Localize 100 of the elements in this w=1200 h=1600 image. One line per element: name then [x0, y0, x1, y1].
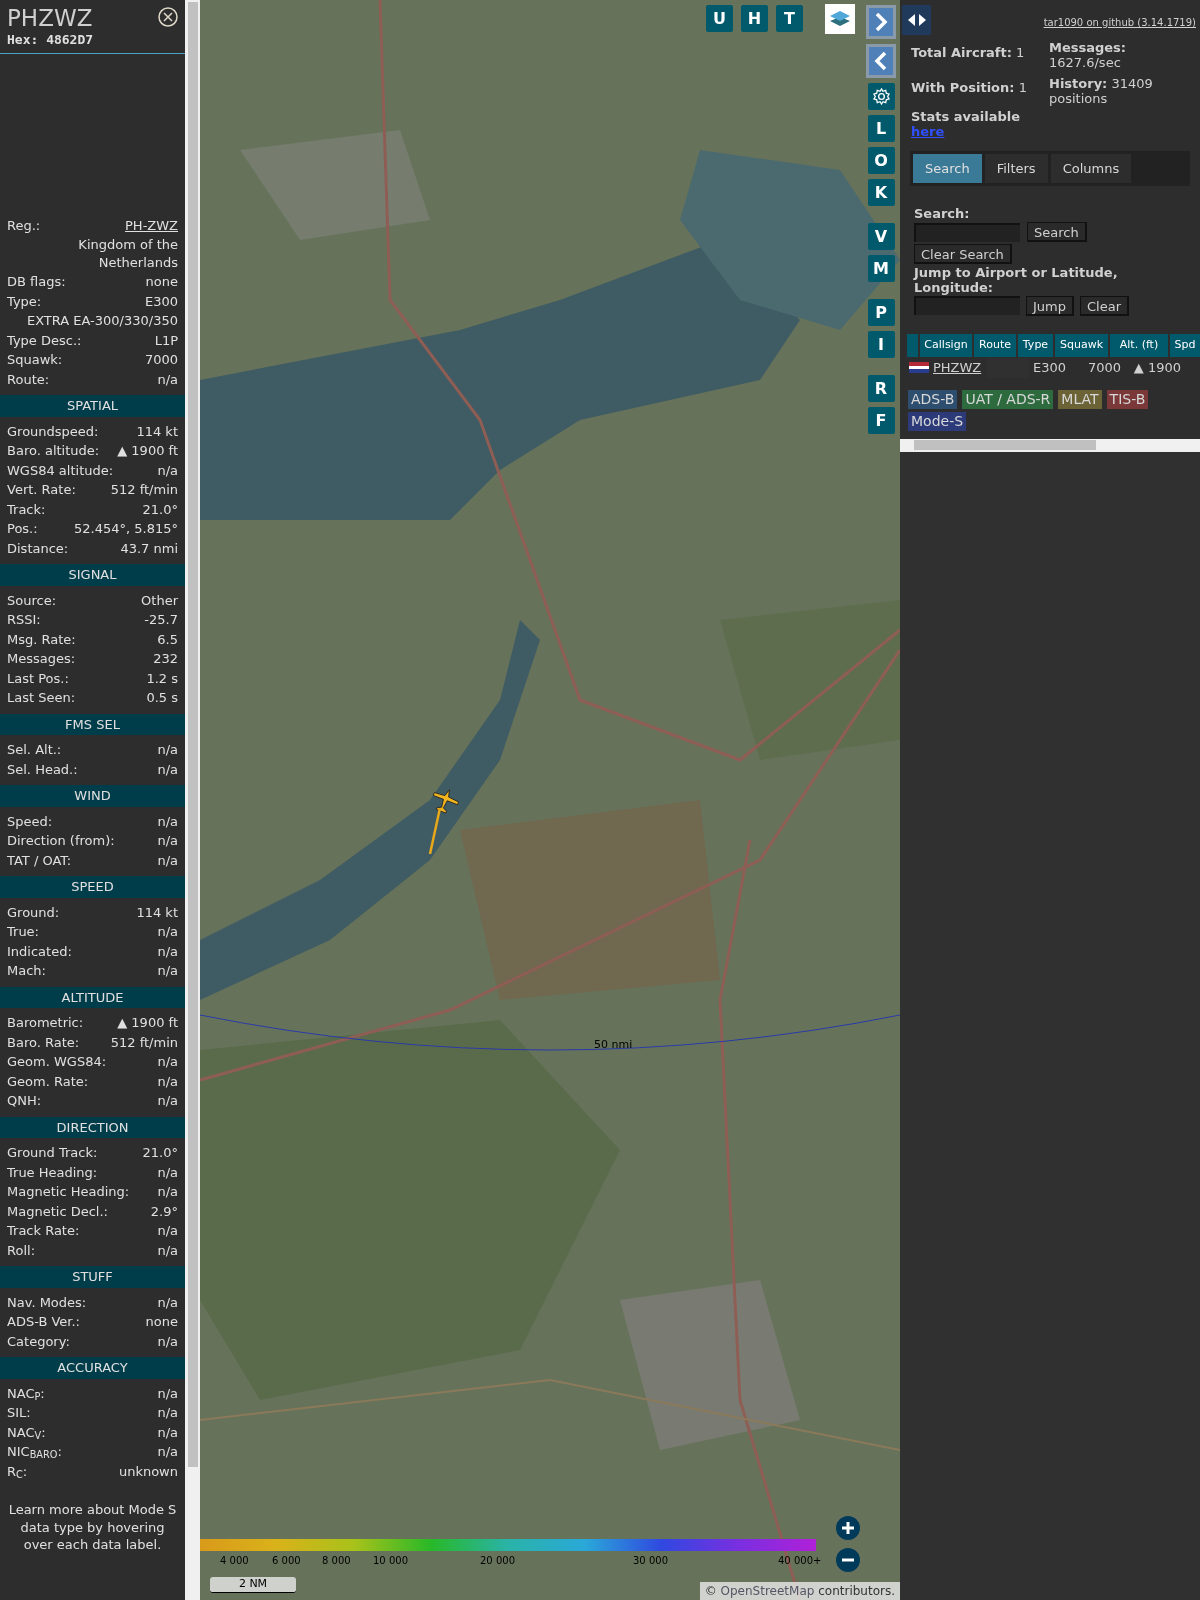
detail-label: NIC$_{BARO}$:: [7, 1443, 62, 1461]
panel-tab[interactable]: Columns: [1050, 154, 1132, 183]
section-header: FMS SEL: [0, 713, 185, 735]
detail-value: n/a: [157, 1404, 178, 1422]
section-header: SPEED: [0, 876, 185, 898]
detail-label: Type Desc.:: [7, 331, 82, 349]
table-cell-text: 7000: [1086, 358, 1121, 377]
clear-button[interactable]: Clear: [1080, 295, 1129, 316]
table-header-cell[interactable]: Squawk: [1055, 333, 1108, 357]
detail-label: Type:: [7, 292, 42, 310]
chevron-right-icon: [873, 11, 889, 33]
layers-button[interactable]: [825, 4, 855, 34]
toggle-panel-button[interactable]: [902, 5, 931, 35]
detail-label: Geom. WGS84:: [7, 1053, 107, 1071]
search-field[interactable]: [914, 222, 1020, 242]
table-header-cell[interactable]: Type: [1018, 333, 1053, 357]
aircraft-title: PHZWZ: [7, 5, 94, 31]
detail-value: n/a: [157, 1332, 178, 1350]
detail-label: Mach:: [7, 962, 46, 980]
detail-value: 21.0°: [142, 1144, 178, 1162]
detail-value: 52.454°, 5.815°: [74, 520, 178, 538]
detail-value: n/a: [157, 1423, 178, 1441]
detail-value: n/a: [157, 851, 178, 869]
detail-value: 512 ft/min: [110, 481, 178, 499]
detail-label: Last Seen:: [7, 689, 76, 707]
detail-label: Track Rate:: [7, 1222, 80, 1240]
detail-value: n/a: [157, 1183, 178, 1201]
detail-label: NAC$_{V}$:: [7, 1423, 46, 1441]
registration-link[interactable]: PH-ZWZ: [125, 216, 178, 234]
detail-label: Reg.:: [7, 216, 41, 234]
track-line: [428, 808, 442, 854]
detail-label: Last Pos.:: [7, 669, 69, 687]
table-cell-text: E300: [1031, 358, 1066, 377]
table-header-cell[interactable]: Callsign: [920, 333, 972, 357]
detail-label: Direction (from):: [7, 832, 115, 850]
detail-label: Magnetic Heading:: [7, 1183, 130, 1201]
aircraft-icon: [430, 788, 460, 814]
section-header: SIGNAL: [0, 564, 185, 586]
arrows-left-right-icon: [906, 13, 927, 27]
map-toggle-button[interactable]: H: [741, 5, 768, 32]
openstreetmap-link[interactable]: OpenStreetMap: [720, 1584, 815, 1598]
map-toggle-button[interactable]: V: [867, 223, 895, 250]
map-toggle-button[interactable]: R: [867, 375, 895, 402]
detail-value: L1P: [154, 331, 178, 349]
detail-value: 0.5 s: [146, 689, 178, 707]
detail-value: none: [145, 1313, 178, 1331]
github-link[interactable]: tar1090 on github (3.14.1719): [1043, 15, 1196, 30]
detail-value: EXTRA EA-300/330/350: [26, 312, 178, 330]
detail-label: Vert. Rate:: [7, 481, 76, 499]
detail-label: Squawk:: [7, 351, 63, 369]
detail-value: n/a: [157, 461, 178, 479]
detail-label: Ground Track:: [7, 1144, 98, 1162]
scrollbar[interactable]: [185, 0, 200, 1600]
detail-value: n/a: [157, 1384, 178, 1402]
detail-label: SIL:: [7, 1404, 31, 1422]
map-toggle-button[interactable]: L: [867, 115, 895, 142]
detail-value: 114 kt: [136, 903, 178, 921]
detail-label: Sel. Alt.:: [7, 741, 62, 759]
map-toggle-button[interactable]: T: [776, 5, 803, 32]
detail-value: n/a: [157, 1053, 178, 1071]
callsign-link[interactable]: PHZWZ: [933, 357, 985, 378]
detail-value: unknown: [118, 1462, 178, 1480]
map-toggle-button[interactable]: M: [867, 255, 895, 282]
jump-button[interactable]: Jump: [1026, 295, 1074, 316]
detail-label: Messages:: [7, 650, 76, 668]
detail-value: 2.9°: [150, 1202, 178, 1220]
detail-label: TAT / OAT:: [7, 851, 72, 869]
map-toggle-button[interactable]: F: [867, 407, 895, 434]
legend-label: 10 000: [373, 1554, 408, 1568]
table-header-cell[interactable]: Route: [974, 333, 1016, 357]
panel-tab[interactable]: Filters: [984, 154, 1048, 183]
clear-search-button[interactable]: Clear Search: [914, 244, 1012, 264]
map-toggle-button[interactable]: I: [867, 331, 895, 358]
map-toggle-button[interactable]: U: [706, 5, 733, 32]
settings-button[interactable]: [867, 83, 895, 110]
next-button[interactable]: [866, 5, 896, 39]
detail-value: -25.7: [144, 611, 178, 629]
map-toggle-button[interactable]: K: [867, 179, 895, 206]
source-tag: ADS-B: [908, 389, 958, 409]
detail-value: n/a: [157, 1163, 178, 1181]
search-button[interactable]: Search: [1027, 222, 1087, 242]
map-toggle-button[interactable]: O: [867, 147, 895, 174]
detail-label: Ground:: [7, 903, 60, 921]
detail-label: Indicated:: [7, 942, 72, 960]
detail-value: ▲ 1900 ft: [117, 442, 178, 460]
detail-label: Groundspeed:: [7, 422, 99, 440]
jump-field[interactable]: [914, 296, 1020, 315]
table-header-cell[interactable]: Alt. (ft): [1110, 333, 1168, 357]
previous-button[interactable]: [866, 44, 896, 78]
table-header-cell: [907, 333, 918, 357]
scale-bar: 2 NM: [210, 1577, 296, 1593]
plus-icon: [841, 1521, 855, 1535]
detail-value: 114 kt: [136, 422, 178, 440]
chevron-left-icon: [873, 50, 889, 72]
section-header: WIND: [0, 785, 185, 807]
map-toggle-button[interactable]: P: [867, 299, 895, 326]
stats-text: Stats available: [911, 109, 1022, 124]
table-header-cell[interactable]: Spd: [1170, 333, 1200, 357]
close-icon[interactable]: [158, 7, 178, 27]
panel-tab[interactable]: Search: [913, 154, 982, 183]
